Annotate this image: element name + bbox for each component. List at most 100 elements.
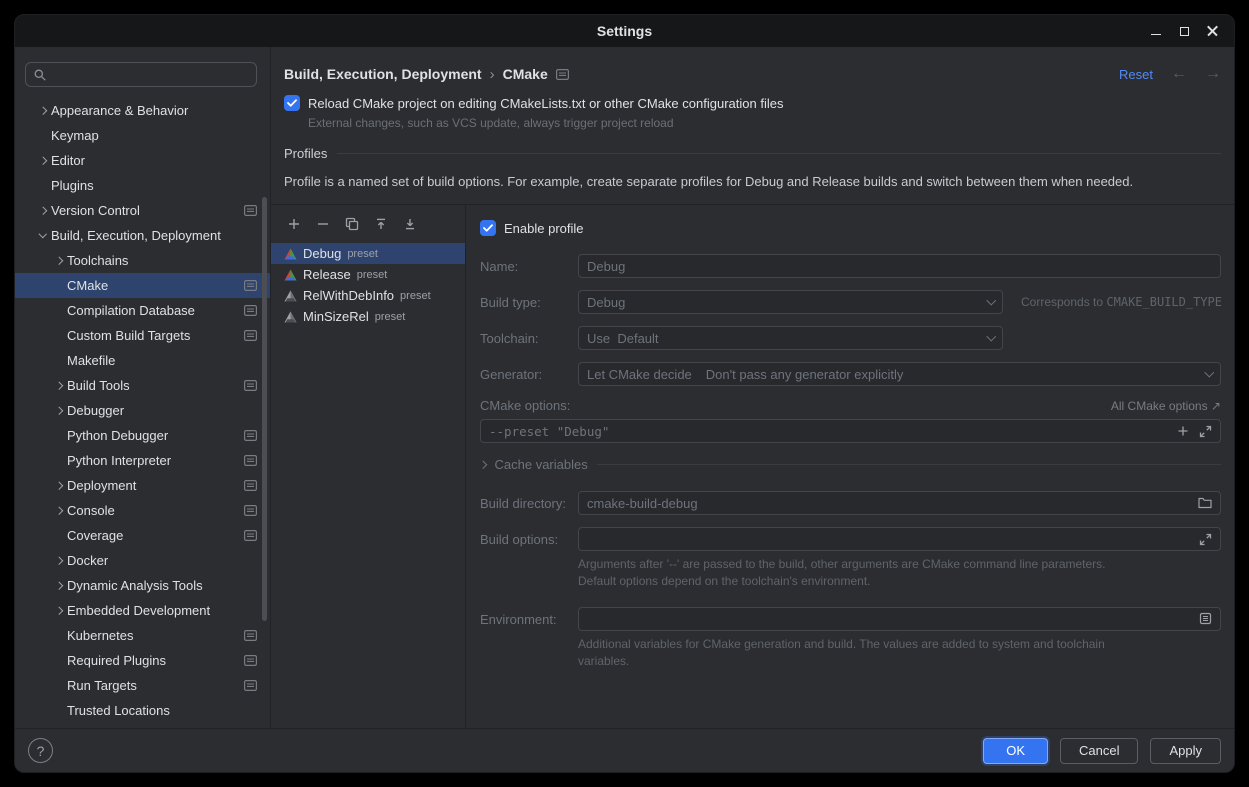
sidebar-item-label: Version Control	[51, 203, 140, 218]
sidebar-item-build-tools[interactable]: Build Tools	[15, 373, 270, 398]
project-badge-icon	[244, 305, 257, 316]
chevron-right-icon[interactable]	[39, 207, 47, 215]
chevron-down-icon	[986, 296, 995, 305]
chevron-right-icon[interactable]	[55, 407, 63, 415]
titlebar[interactable]: Settings	[15, 15, 1234, 47]
sidebar-item-console[interactable]: Console	[15, 498, 270, 523]
sidebar-item-python-debugger[interactable]: Python Debugger	[15, 423, 270, 448]
move-down-button[interactable]	[400, 214, 420, 234]
apply-button[interactable]: Apply	[1150, 738, 1221, 764]
chevron-right-icon	[479, 461, 487, 469]
sidebar-item-custom-build-targets[interactable]: Custom Build Targets	[15, 323, 270, 348]
copy-profile-button[interactable]	[342, 214, 362, 234]
environment-field[interactable]	[578, 607, 1221, 631]
maximize-button[interactable]	[1170, 19, 1198, 43]
build-directory-field[interactable]: cmake-build-debug	[578, 491, 1221, 515]
generator-select[interactable]: Let CMake decide Don't pass any generato…	[578, 362, 1221, 386]
name-row: Name: Debug	[480, 254, 1221, 278]
sidebar-item-debugger[interactable]: Debugger	[15, 398, 270, 423]
help-button[interactable]: ?	[28, 738, 53, 763]
expand-icon[interactable]	[1199, 425, 1212, 438]
profiles-area: DebugpresetReleasepresetRelWithDebInfopr…	[271, 204, 1234, 728]
profile-item-debug[interactable]: Debugpreset	[271, 243, 465, 264]
ok-button[interactable]: OK	[983, 738, 1048, 764]
cache-variables-toggle[interactable]: Cache variables	[480, 457, 1221, 472]
enable-profile-checkbox[interactable]	[480, 220, 496, 236]
build-options-field[interactable]	[578, 527, 1221, 551]
reload-cmake-checkbox[interactable]	[284, 95, 300, 111]
cancel-button[interactable]: Cancel	[1060, 738, 1138, 764]
sidebar-item-compilation-database[interactable]: Compilation Database	[15, 298, 270, 323]
sidebar-item-run-targets[interactable]: Run Targets	[15, 673, 270, 698]
chevron-right-icon[interactable]	[55, 507, 63, 515]
profile-item-minsizerel[interactable]: MinSizeRelpreset	[271, 306, 465, 327]
sidebar-item-makefile[interactable]: Makefile	[15, 348, 270, 373]
forward-arrow-icon[interactable]: →	[1205, 65, 1221, 83]
folder-icon[interactable]	[1198, 497, 1212, 509]
add-option-icon[interactable]	[1177, 425, 1189, 437]
breadcrumb-parent[interactable]: Build, Execution, Deployment	[284, 66, 482, 82]
cmake-options-field[interactable]: --preset "Debug"	[480, 419, 1221, 443]
toolchain-select[interactable]: Use Default	[578, 326, 1003, 350]
sidebar-item-dynamic-analysis-tools[interactable]: Dynamic Analysis Tools	[15, 573, 270, 598]
sidebar-scrollbar[interactable]	[262, 197, 267, 621]
move-up-button[interactable]	[371, 214, 391, 234]
chevron-right-icon[interactable]	[55, 582, 63, 590]
chevron-right-icon[interactable]	[39, 157, 47, 165]
chevron-down-icon	[986, 332, 995, 341]
expand-icon[interactable]	[1199, 533, 1212, 546]
sidebar-item-docker[interactable]: Docker	[15, 548, 270, 573]
sidebar-item-label: Debugger	[67, 403, 124, 418]
plus-icon	[287, 217, 301, 231]
minimize-button[interactable]	[1142, 19, 1170, 43]
settings-search[interactable]	[25, 62, 257, 87]
sidebar-item-build-execution-deployment[interactable]: Build, Execution, Deployment	[15, 223, 270, 248]
sidebar-item-embedded-development[interactable]: Embedded Development	[15, 598, 270, 623]
profile-item-release[interactable]: Releasepreset	[271, 264, 465, 285]
chevron-right-icon[interactable]	[55, 257, 63, 265]
build-type-select[interactable]: Debug	[578, 290, 1003, 314]
sidebar-item-appearance-behavior[interactable]: Appearance & Behavior	[15, 98, 270, 123]
project-badge-icon	[244, 380, 257, 391]
sidebar-item-keymap[interactable]: Keymap	[15, 123, 270, 148]
reset-button[interactable]: Reset	[1119, 67, 1153, 82]
sidebar-item-coverage[interactable]: Coverage	[15, 523, 270, 548]
sidebar-item-plugins[interactable]: Plugins	[15, 173, 270, 198]
profile-item-relwithdebinfo[interactable]: RelWithDebInfopreset	[271, 285, 465, 306]
build-directory-row: Build directory: cmake-build-debug	[480, 491, 1221, 515]
back-arrow-icon[interactable]: ←	[1171, 65, 1187, 83]
search-icon	[33, 68, 47, 82]
sidebar-item-label: Embedded Development	[67, 603, 210, 618]
chevron-right-icon[interactable]	[55, 607, 63, 615]
environment-hints: Additional variables for CMake generatio…	[578, 636, 1221, 671]
environment-label: Environment:	[480, 612, 578, 627]
name-field[interactable]: Debug	[578, 254, 1221, 278]
chevron-down-icon[interactable]	[39, 230, 47, 238]
sidebar-item-kubernetes[interactable]: Kubernetes	[15, 623, 270, 648]
chevron-right-icon[interactable]	[55, 482, 63, 490]
close-button[interactable]	[1198, 19, 1226, 43]
copy-icon	[345, 217, 359, 231]
sidebar-item-editor[interactable]: Editor	[15, 148, 270, 173]
add-profile-button[interactable]	[284, 214, 304, 234]
all-cmake-options-link[interactable]: All CMake options ↗	[1111, 399, 1221, 413]
desktop-background: Settings Appearance & BehaviorKeymapEdit…	[0, 0, 1249, 787]
enable-profile-row[interactable]: Enable profile	[480, 220, 1221, 236]
sidebar-item-required-plugins[interactable]: Required Plugins	[15, 648, 270, 673]
chevron-right-icon[interactable]	[55, 382, 63, 390]
remove-profile-button[interactable]	[313, 214, 333, 234]
variables-list-icon[interactable]	[1199, 612, 1212, 625]
chevron-right-icon[interactable]	[55, 557, 63, 565]
sidebar-item-deployment[interactable]: Deployment	[15, 473, 270, 498]
sidebar-item-trusted-locations[interactable]: Trusted Locations	[15, 698, 270, 723]
sidebar-item-toolchains[interactable]: Toolchains	[15, 248, 270, 273]
sidebar-item-version-control[interactable]: Version Control	[15, 198, 270, 223]
profile-name: Release	[303, 267, 351, 282]
sidebar-item-python-interpreter[interactable]: Python Interpreter	[15, 448, 270, 473]
dialog-footer: ? OK Cancel Apply	[15, 728, 1234, 772]
project-badge-icon	[244, 680, 257, 691]
chevron-right-icon[interactable]	[39, 107, 47, 115]
reload-cmake-checkbox-row[interactable]: Reload CMake project on editing CMakeLis…	[284, 95, 1221, 111]
search-input[interactable]	[52, 67, 249, 82]
sidebar-item-cmake[interactable]: CMake	[15, 273, 270, 298]
